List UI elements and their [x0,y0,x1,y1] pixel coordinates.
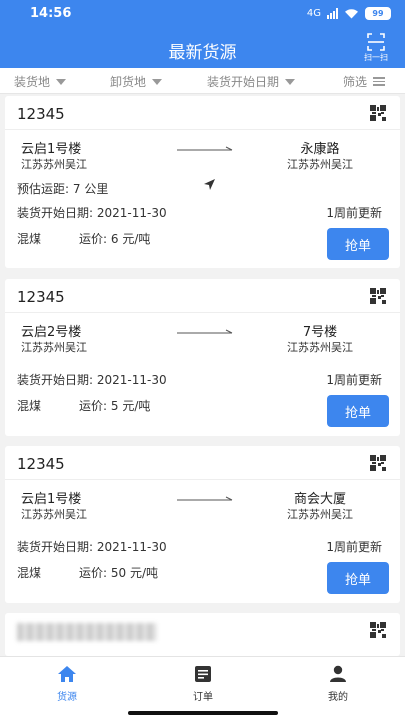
divider [5,312,400,313]
updated-time: 1周前更新 [326,206,382,220]
tab-cargo-source[interactable]: 货源 [27,665,107,703]
origin-place: 云启1号楼 [21,142,82,157]
filter-load-date[interactable]: 装货开始日期 [207,73,296,90]
origin-place: 云启1号楼 [21,492,82,507]
grab-order-button[interactable]: 抢单 [327,562,389,594]
cargo-type: 混煤 [17,566,42,580]
system-icons: 4G 99 [307,7,391,20]
signal-icon [327,8,338,19]
dropdown-arrow-icon [152,78,163,85]
qr-code-icon[interactable] [370,455,386,471]
tab-cargo-source-label: 货源 [57,692,77,703]
dropdown-arrow-icon [56,78,67,85]
tab-profile[interactable]: 我的 [298,665,378,703]
app-bar: 最新货源 扫一扫 [0,30,405,68]
destination-area: 江苏苏州吴江 [287,158,353,171]
start-date: 装货开始日期: 2021-11-30 [17,540,167,554]
battery-icon: 99 [365,7,391,20]
destination-place: 永康路 [300,142,340,157]
qr-code-icon[interactable] [370,288,386,304]
filter-load-date-label: 装货开始日期 [207,75,280,89]
filter-button[interactable]: 筛选 [343,73,386,90]
cargo-card[interactable] [5,613,400,656]
filter-bar: 装货地 卸货地 装货开始日期 筛选 [0,68,405,94]
filter-unload-place[interactable]: 卸货地 [110,73,163,90]
filter-load-place-label: 装货地 [14,75,51,89]
filter-unload-place-label: 卸货地 [110,75,147,89]
cargo-type: 混煤 [17,399,42,413]
navigation-icon[interactable] [203,178,216,191]
freight-price: 运价: 6 元/吨 [79,232,151,246]
home-indicator [128,711,278,715]
user-icon [330,665,346,682]
start-date: 装货开始日期: 2021-11-30 [17,373,167,387]
filter-menu-icon [373,77,386,86]
dropdown-arrow-icon [285,78,296,85]
freight-price: 运价: 50 元/吨 [79,566,159,580]
wifi-icon [345,9,358,19]
tab-orders-label: 订单 [193,692,213,703]
divider [5,129,400,130]
status-bar: 14:56 4G 99 [0,0,405,30]
destination-place: 商会大厦 [293,492,346,507]
cargo-card[interactable]: 12345 云启1号楼 江苏苏州吴江 商会大厦 江苏苏州吴江 装货开始日期: 2… [5,446,400,603]
scan-icon [367,33,385,51]
cargo-id: 12345 [17,288,65,306]
filter-load-place[interactable]: 装货地 [14,73,67,90]
tab-profile-label: 我的 [328,692,348,703]
cargo-id: 12345 [17,455,65,473]
qr-code-icon[interactable] [370,105,386,121]
freight-price: 运价: 5 元/吨 [79,399,151,413]
grab-order-button[interactable]: 抢单 [327,395,389,427]
origin-area: 江苏苏州吴江 [21,341,87,354]
grab-order-button[interactable]: 抢单 [327,228,389,260]
cargo-card[interactable]: 12345 云启2号楼 江苏苏州吴江 7号楼 江苏苏州吴江 装货开始日期: 20… [5,279,400,436]
qr-code-icon[interactable] [370,622,386,638]
tab-orders[interactable]: 订单 [163,665,243,703]
cargo-id: 12345 [17,105,65,123]
status-time: 14:56 [30,6,72,21]
page-title: 最新货源 [168,43,237,63]
route-arrow-icon [177,329,233,334]
origin-place: 云启2号楼 [21,325,82,340]
updated-time: 1周前更新 [326,540,382,554]
route-arrow-icon [177,496,233,501]
start-date: 装货开始日期: 2021-11-30 [17,206,167,220]
scan-button[interactable]: 扫一扫 [361,33,391,63]
divider [5,479,400,480]
scan-label: 扫一扫 [364,53,388,62]
origin-area: 江苏苏州吴江 [21,158,87,171]
order-icon [195,666,211,682]
destination-area: 江苏苏州吴江 [287,341,353,354]
network-type: 4G [306,8,321,19]
home-icon [58,666,76,682]
updated-time: 1周前更新 [326,373,382,387]
origin-area: 江苏苏州吴江 [21,508,87,521]
filter-label: 筛选 [343,75,368,89]
route-arrow-icon [177,146,233,151]
distance-text: 预估运距: 7 公里 [17,182,109,196]
cargo-card[interactable]: 12345 云启1号楼 江苏苏州吴江 永康路 江苏苏州吴江 预估运距: 7 公里… [5,96,400,268]
cargo-type: 混煤 [17,232,42,246]
destination-area: 江苏苏州吴江 [287,508,353,521]
destination-place: 7号楼 [302,325,338,340]
blurred-cargo-id [17,623,157,641]
